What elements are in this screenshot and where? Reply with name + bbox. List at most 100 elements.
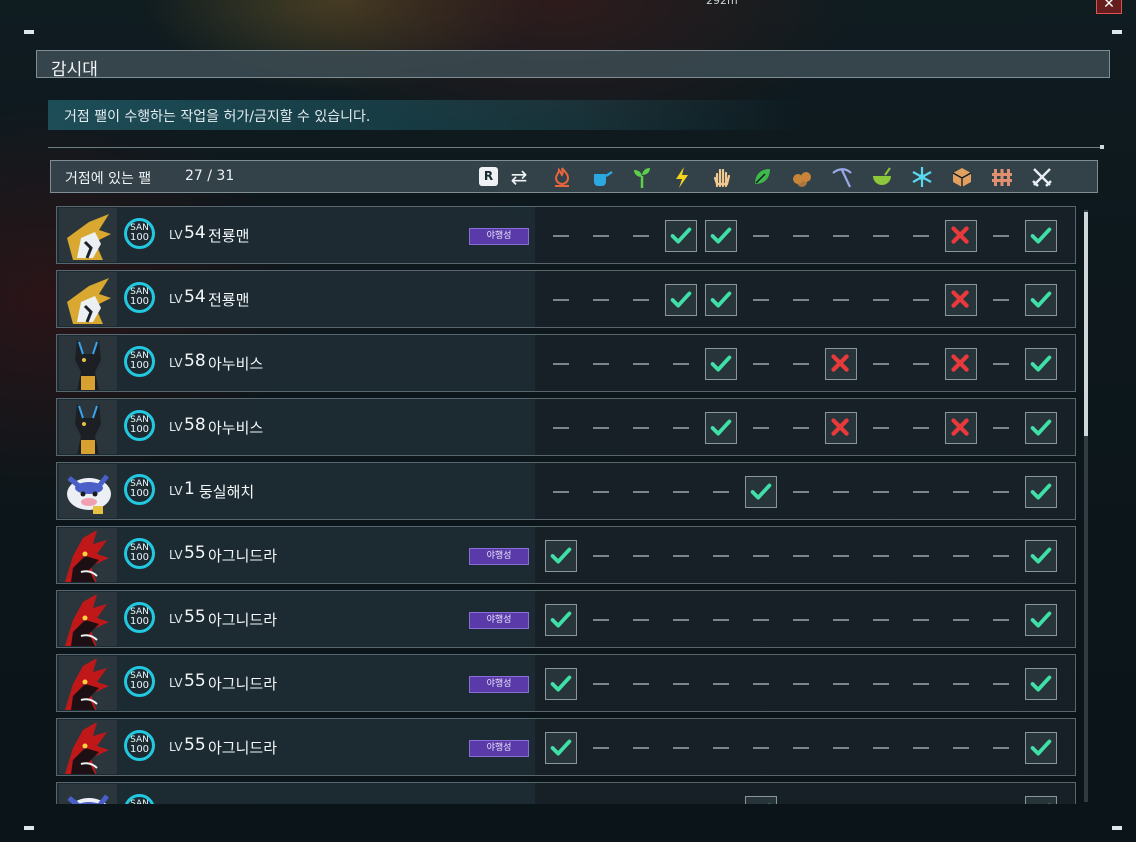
san-gauge: SAN 100 [124,602,155,633]
pal-name: 아누비스 [208,419,264,437]
work-toggle-combat-allowed[interactable] [1025,412,1057,444]
work-toggle-watering-unavailable [585,604,617,636]
work-toggle-planting-unavailable [625,732,657,764]
work-toggle-gathering-allowed[interactable] [745,476,777,508]
pal-row[interactable]: SAN 100 LV 55 아그니드라 야행성 [56,590,1076,648]
work-toggle-farming-unavailable [985,220,1017,252]
work-toggle-planting-unavailable [625,348,657,380]
work-toggle-medicine-unavailable [865,796,897,804]
work-toggle-lumbering-unavailable [785,668,817,700]
distance-readout: 292m [706,0,738,7]
work-toggle-combat-allowed[interactable] [1025,220,1057,252]
level-value: 55 [184,671,206,691]
work-toggle-mining-forbidden[interactable] [825,348,857,380]
work-toggle-mining-unavailable [825,540,857,572]
work-toggle-kindling-allowed[interactable] [545,668,577,700]
work-toggle-handiwork-unavailable [705,540,737,572]
work-toggle-electricity-allowed[interactable] [665,284,697,316]
san-gauge: SAN 100 [124,282,155,313]
work-toggle-watering-unavailable [585,348,617,380]
cooling-icon [909,164,935,190]
work-toggle-electricity-unavailable [665,476,697,508]
work-toggle-mining-unavailable [825,732,857,764]
work-toggle-mining-forbidden[interactable] [825,412,857,444]
close-button[interactable]: ✕ [1096,0,1122,14]
work-toggle-watering-unavailable [585,540,617,572]
work-toggle-cooling-unavailable [905,284,937,316]
work-toggle-handiwork-allowed[interactable] [705,412,737,444]
pal-row[interactable]: SAN 100 LV 54 전룡맨 [56,270,1076,328]
work-toggle-watering-unavailable [585,476,617,508]
work-toggle-transporting-unavailable [945,668,977,700]
work-toggle-handiwork-unavailable [705,796,737,804]
work-toggle-cooling-unavailable [905,668,937,700]
work-toggle-handiwork-unavailable [705,668,737,700]
work-toggle-combat-allowed[interactable] [1025,540,1057,572]
scrollbar-thumb[interactable] [1084,212,1088,436]
work-toggle-combat-allowed[interactable] [1025,796,1057,804]
san-value: 100 [129,296,150,307]
work-toggle-transporting-forbidden[interactable] [945,348,977,380]
work-toggle-transporting-forbidden[interactable] [945,412,977,444]
work-toggle-cooling-unavailable [905,604,937,636]
agnidra-portrait [59,592,117,648]
pal-row[interactable]: SANLV [56,782,1076,804]
work-toggle-gathering-unavailable [745,540,777,572]
work-toggle-kindling-allowed[interactable] [545,732,577,764]
work-toggle-handiwork-allowed[interactable] [705,348,737,380]
work-toggle-kindling-allowed[interactable] [545,540,577,572]
work-toggle-farming-unavailable [985,284,1017,316]
work-toggle-combat-allowed[interactable] [1025,476,1057,508]
level-label: LV [169,356,183,370]
work-toggle-gathering-allowed[interactable] [745,796,777,804]
work-toggle-planting-unavailable [625,604,657,636]
work-toggle-kindling-allowed[interactable] [545,604,577,636]
work-toggle-mining-unavailable [825,220,857,252]
level-label: LV [169,228,183,242]
level-label: LV [169,548,183,562]
pal-row[interactable]: SAN 100 LV 55 아그니드라 야행성 [56,654,1076,712]
san-value: 100 [129,360,150,371]
work-toggle-watering-unavailable [585,284,617,316]
work-toggle-planting-unavailable [625,668,657,700]
san-gauge: SAN 100 [124,538,155,569]
work-toggle-medicine-unavailable [865,412,897,444]
work-toggle-electricity-allowed[interactable] [665,220,697,252]
pal-name: 아그니드라 [208,547,278,565]
pal-row[interactable]: SAN 100 LV 1 둥실해치 [56,462,1076,520]
work-toggle-mining-unavailable [825,476,857,508]
work-toggle-kindling-unavailable [545,412,577,444]
work-toggle-combat-allowed[interactable] [1025,668,1057,700]
work-toggle-transporting-forbidden[interactable] [945,220,977,252]
work-toggle-medicine-unavailable [865,220,897,252]
work-toggle-combat-allowed[interactable] [1025,732,1057,764]
work-toggle-transporting-forbidden[interactable] [945,284,977,316]
work-toggle-kindling-unavailable [545,476,577,508]
pal-row[interactable]: SAN 100 LV 58 아누비스 [56,398,1076,456]
sort-key-hint[interactable]: R [479,167,498,186]
work-toggle-combat-allowed[interactable] [1025,348,1057,380]
work-toggle-handiwork-allowed[interactable] [705,220,737,252]
pal-list[interactable]: SAN 100 LV 54 전룡맨 야행성 SAN 100 LV 54 전룡맨 SAN 100 LV 58 아… [56,206,1078,804]
pal-name: 전룡맨 [208,227,250,245]
work-toggle-lumbering-unavailable [785,604,817,636]
level-label: LV [169,740,183,754]
work-toggle-electricity-unavailable [665,668,697,700]
work-toggle-farming-unavailable [985,668,1017,700]
work-toggle-lumbering-unavailable [785,412,817,444]
sort-toggle-icon[interactable]: ⇄ [507,165,531,189]
work-toggle-mining-unavailable [825,604,857,636]
work-toggle-handiwork-allowed[interactable] [705,284,737,316]
work-toggle-lumbering-unavailable [785,220,817,252]
san-value: 100 [129,552,150,563]
pal-row[interactable]: SAN 100 LV 55 아그니드라 야행성 [56,718,1076,776]
pal-row[interactable]: SAN 100 LV 55 아그니드라 야행성 [56,526,1076,584]
work-toggle-planting-unavailable [625,540,657,572]
pal-row[interactable]: SAN 100 LV 54 전룡맨 야행성 [56,206,1076,264]
san-value: 100 [129,488,150,499]
work-toggle-lumbering-unavailable [785,284,817,316]
work-toggle-combat-allowed[interactable] [1025,284,1057,316]
work-toggle-combat-allowed[interactable] [1025,604,1057,636]
level-value: 54 [184,223,206,243]
pal-row[interactable]: SAN 100 LV 58 아누비스 [56,334,1076,392]
